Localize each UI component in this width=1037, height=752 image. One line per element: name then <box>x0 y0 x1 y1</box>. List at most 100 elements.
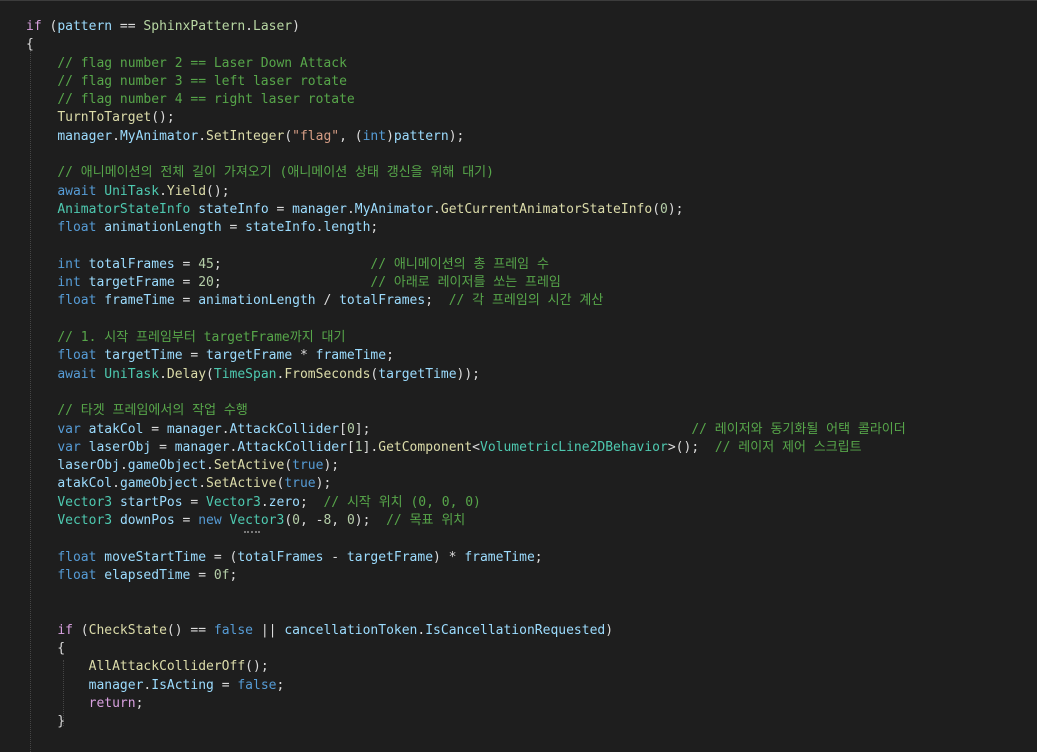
code-line[interactable]: { <box>26 36 906 54</box>
code-line[interactable]: manager.MyAnimator.SetInteger("flag", (i… <box>26 128 906 146</box>
code-line[interactable]: // 1. 시작 프레임부터 targetFrame까지 대기 <box>26 329 906 347</box>
code-line[interactable]: var atakCol = manager.AttackCollider[0];… <box>26 421 905 439</box>
code-token: frameTime <box>464 549 535 565</box>
code-token: = <box>182 494 207 510</box>
code-line[interactable]: if (pattern == SphinxPattern.Laser) <box>26 18 906 36</box>
code-token: SetActive <box>206 476 277 492</box>
code-token: 0 <box>346 421 355 437</box>
code-line[interactable]: // flag number 2 == Laser Down Attack <box>26 55 906 73</box>
code-token: targetTime <box>104 348 183 364</box>
code-token: ( <box>284 458 293 474</box>
code-token: = <box>174 275 199 291</box>
code-line[interactable] <box>26 384 906 402</box>
code-token: ( <box>652 201 661 217</box>
code-token: Vector3 <box>57 513 113 529</box>
code-token: . <box>245 19 253 34</box>
code-token: ( <box>72 622 89 638</box>
code-token: // 시작 위치 (0, 0, 0) <box>323 494 481 510</box>
code-token: 0 <box>660 201 668 217</box>
code-line[interactable]: // flag number 4 == right laser rotate <box>26 91 906 109</box>
code-token: == <box>112 19 144 34</box>
code-line[interactable]: int targetFrame = 20; // 아래로 레이저를 쏘는 프레임 <box>26 274 906 292</box>
code-token: stateInfo <box>198 201 269 217</box>
code-token: // flag number 3 == left laser rotate <box>57 73 347 89</box>
code-token: zero <box>268 494 300 510</box>
code-line[interactable]: Vector3 startPos = Vector3.zero; // 시작 위… <box>26 494 906 512</box>
code-token: SetInteger <box>206 128 285 144</box>
code-line[interactable]: if (CheckState() == false || cancellatio… <box>26 622 906 640</box>
code-token: // 애니메이션의 전체 길이 가져오기 (애니메이션 상태 갱신을 위해 대기… <box>57 165 494 181</box>
code-line[interactable] <box>26 530 906 548</box>
code-line[interactable] <box>26 732 906 750</box>
code-token: { <box>26 37 34 53</box>
code-line[interactable] <box>26 238 906 256</box>
code-token: (); <box>206 183 230 199</box>
code-token: elapsedTime <box>104 567 191 583</box>
code-editor[interactable]: if (pattern == SphinxPattern.Laser){ // … <box>0 0 1037 752</box>
code-line[interactable]: // 애니메이션의 전체 길이 가져오기 (애니메이션 상태 갱신을 위해 대기… <box>26 164 906 182</box>
code-line[interactable]: return; <box>26 695 906 713</box>
code-line[interactable]: float frameTime = animationLength / tota… <box>26 292 906 310</box>
code-token: animationLength <box>104 220 222 236</box>
code-token: ; <box>213 275 371 291</box>
code-token: (); <box>245 659 269 675</box>
code-token: // 1. 시작 프레임부터 targetFrame까지 대기 <box>57 330 346 346</box>
code-line[interactable]: float elapsedTime = 0f; <box>26 567 906 585</box>
code-token: [ <box>339 421 347 437</box>
code-token: (); <box>151 110 175 126</box>
code-token: manager <box>292 201 347 217</box>
code-line[interactable]: // 타겟 프레임에서의 작업 수행 <box>26 402 906 420</box>
code-line[interactable]: var laserObj = manager.AttackCollider[1]… <box>26 439 906 457</box>
code-token: targetFrame <box>206 348 293 364</box>
code-token: ; <box>386 348 394 364</box>
code-line[interactable] <box>26 585 906 603</box>
code-token: var <box>57 439 81 455</box>
code-token: totalFrames <box>88 256 175 272</box>
code-token: ( <box>206 366 214 382</box>
code-token: manager <box>88 677 144 693</box>
code-line[interactable]: AnimatorStateInfo stateInfo = manager.My… <box>26 201 906 219</box>
code-token: // flag number 4 == right laser rotate <box>57 92 355 108</box>
code-line[interactable] <box>26 604 906 622</box>
code-line[interactable]: int totalFrames = 45; // 애니메이션의 총 프레임 수 <box>26 256 906 274</box>
code-token: () == <box>166 622 214 638</box>
code-line[interactable]: manager.IsActing = false; <box>26 677 906 695</box>
code-token: SphinxPattern <box>143 19 246 34</box>
code-token: new <box>198 513 222 529</box>
code-token: true <box>284 476 316 492</box>
code-token: 0f <box>213 567 230 583</box>
code-token: totalFrames <box>339 293 426 309</box>
code-token: ( <box>284 128 293 144</box>
code-token: [ <box>346 439 355 455</box>
code-token: = <box>190 567 214 583</box>
code-body[interactable]: if (pattern == SphinxPattern.Laser){ // … <box>26 18 906 750</box>
code-line[interactable]: float targetTime = targetFrame * frameTi… <box>26 347 906 365</box>
code-token: ) <box>605 622 614 638</box>
code-line[interactable] <box>26 311 906 329</box>
code-line[interactable]: await UniTask.Delay(TimeSpan.FromSeconds… <box>26 366 906 384</box>
code-token: CheckState <box>88 622 167 638</box>
code-line[interactable]: // flag number 3 == left laser rotate <box>26 73 906 91</box>
code-line[interactable]: Vector3 downPos = new Vector3(0, -8, 0);… <box>26 512 906 530</box>
code-line[interactable]: { <box>26 640 906 658</box>
code-token: AttackCollider <box>229 421 340 437</box>
code-line[interactable]: atakCol.gameObject.SetActive(true); <box>26 475 906 493</box>
code-token: if <box>26 19 42 34</box>
code-line[interactable]: TurnToTarget(); <box>26 109 906 127</box>
code-line[interactable] <box>26 146 906 164</box>
code-line[interactable]: AllAttackColliderOff(); <box>26 658 906 676</box>
code-token: float <box>57 220 97 236</box>
code-line[interactable]: } <box>26 713 906 731</box>
code-token: ) <box>386 128 394 144</box>
code-line[interactable]: laserObj.gameObject.SetActive(true); <box>26 457 906 475</box>
code-token: ; <box>299 494 324 510</box>
code-line[interactable]: float animationLength = stateInfo.length… <box>26 219 906 237</box>
code-token: false <box>237 677 277 693</box>
code-line[interactable]: float moveStartTime = (totalFrames - tar… <box>26 549 906 567</box>
code-line[interactable]: await UniTask.Yield(); <box>26 183 906 201</box>
